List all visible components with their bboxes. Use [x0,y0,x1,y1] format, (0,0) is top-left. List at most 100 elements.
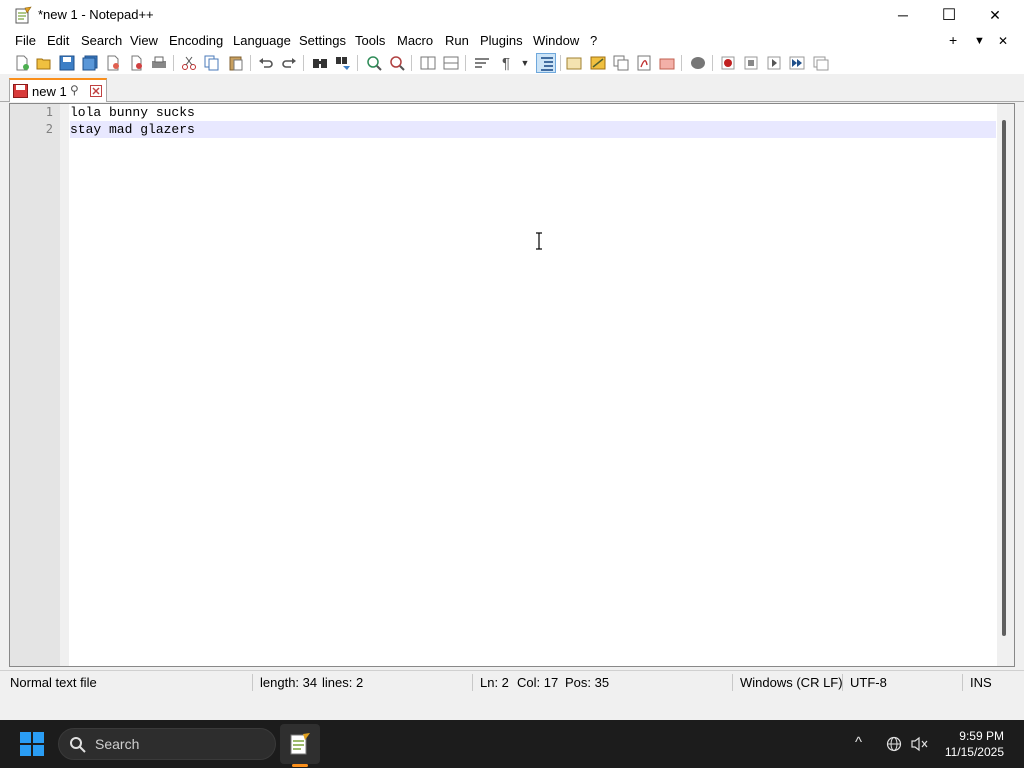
redo-icon[interactable] [280,54,298,72]
indent-guide-icon[interactable] [536,53,556,73]
maximize-button[interactable]: ☐ [926,0,972,30]
tab-list-dropdown[interactable]: ▼ [974,35,985,47]
speech-bubble-icon[interactable] [689,54,707,72]
language-icon[interactable] [565,54,583,72]
zoom-in-icon[interactable] [365,54,383,72]
toolbar-separator [560,55,561,71]
vertical-scrollbar[interactable] [997,104,1014,666]
menu-edit[interactable]: Edit [47,33,69,48]
paste-icon[interactable] [227,54,245,72]
menu-run[interactable]: Run [445,33,469,48]
undo-icon[interactable] [257,54,275,72]
status-position: Pos: 35 [565,675,610,690]
zoom-out-icon[interactable] [388,54,406,72]
toolbar-separator [173,55,174,71]
sync-horizontal-icon[interactable] [442,54,460,72]
add-tab-button[interactable]: + [949,32,957,48]
status-length: length: 34 [260,675,318,690]
tab-close-icon[interactable] [90,85,102,97]
text-editor[interactable]: 1 2 lola bunny sucks stay mad glazers [9,103,1015,667]
menu-view[interactable]: View [130,33,158,48]
document-map-icon[interactable] [635,54,653,72]
windows-start-icon[interactable] [20,732,44,756]
line-number: 2 [45,122,53,136]
windows-taskbar: Search ^ 9:59 PM 11/15/2025 [0,720,1024,768]
close-window-button[interactable]: ✕ [972,0,1018,30]
open-file-icon[interactable] [35,54,53,72]
menu-bar: File Edit Search View Encoding Language … [0,30,1024,52]
menu-file[interactable]: File [15,33,36,48]
status-eol[interactable]: Windows (CR LF) [740,675,843,690]
cut-icon[interactable] [180,54,198,72]
fold-margin[interactable] [60,104,69,666]
globe-network-icon[interactable] [886,736,902,752]
menu-tools[interactable]: Tools [355,33,385,48]
code-line-active[interactable]: stay mad glazers [70,121,996,138]
menu-plugins[interactable]: Plugins [480,33,523,48]
menu-help[interactable]: ? [590,33,597,48]
notepadpp-taskbar-icon [290,733,310,755]
status-insert-mode[interactable]: INS [970,675,992,690]
active-app-indicator [292,764,308,767]
close-all-icon[interactable] [127,54,145,72]
chevron-down-icon[interactable]: ▼ [516,54,534,72]
run-macro-multiple-icon[interactable] [788,54,806,72]
doc-list-icon[interactable] [658,54,676,72]
menu-macro[interactable]: Macro [397,33,433,48]
scrollbar-thumb[interactable] [1002,120,1006,636]
toolbar-separator [681,55,682,71]
status-line: Ln: 2 [480,675,509,690]
line-number-gutter: 1 2 [10,104,69,666]
save-icon[interactable] [58,54,76,72]
menu-settings[interactable]: Settings [299,33,346,48]
status-separator [732,674,733,691]
stop-macro-icon[interactable] [742,54,760,72]
find-icon[interactable] [311,54,329,72]
menu-language[interactable]: Language [233,33,291,48]
mouse-cursor-ibeam [536,232,542,250]
new-file-icon[interactable] [13,54,31,72]
print-icon[interactable] [150,54,168,72]
toolbar: ¶ ▼ [0,52,1024,74]
pin-icon[interactable]: ⚲ [70,83,79,97]
show-hidden-icons-chevron[interactable]: ^ [855,734,862,751]
word-wrap-icon[interactable] [473,54,491,72]
function-list-icon[interactable] [612,54,630,72]
search-placeholder: Search [95,736,140,752]
close-document-button[interactable]: ✕ [998,34,1008,48]
toolbar-separator [303,55,304,71]
tab-new-1[interactable]: new 1 ⚲ [9,78,107,102]
close-file-icon[interactable] [104,54,122,72]
taskbar-notepadpp[interactable] [280,724,320,764]
save-macro-icon[interactable] [812,54,830,72]
menu-search[interactable]: Search [81,33,122,48]
status-lines: lines: 2 [322,675,364,690]
search-icon [70,737,86,753]
status-separator [962,674,963,691]
line-number: 1 [45,105,53,119]
minimize-icon: ─ [898,7,908,23]
menu-encoding[interactable]: Encoding [169,33,223,48]
toolbar-separator [411,55,412,71]
folder-as-workspace-icon[interactable] [589,54,607,72]
sync-vertical-icon[interactable] [419,54,437,72]
replace-icon[interactable] [334,54,352,72]
save-all-icon[interactable] [81,54,99,72]
speaker-muted-icon[interactable] [910,736,928,752]
copy-icon[interactable] [203,54,221,72]
title-bar[interactable]: *new 1 - Notepad++ ─ ☐ ✕ [0,0,1024,30]
show-all-characters-icon[interactable]: ¶ [497,54,515,72]
play-macro-icon[interactable] [765,54,783,72]
tab-label: new 1 [32,84,67,99]
clock-date: 11/15/2025 [944,745,1004,759]
notepadpp-app-icon [15,6,32,24]
system-clock[interactable]: 9:59 PM 11/15/2025 [945,728,1004,760]
record-macro-icon[interactable] [719,54,737,72]
status-encoding[interactable]: UTF-8 [850,675,887,690]
menu-window[interactable]: Window [533,33,579,48]
taskbar-search[interactable]: Search [58,728,276,760]
minimize-button[interactable]: ─ [880,0,926,30]
status-bar: Normal text file length: 34 lines: 2 Ln:… [0,670,1024,694]
code-line[interactable]: lola bunny sucks [70,104,195,121]
close-icon: ✕ [989,6,1001,23]
